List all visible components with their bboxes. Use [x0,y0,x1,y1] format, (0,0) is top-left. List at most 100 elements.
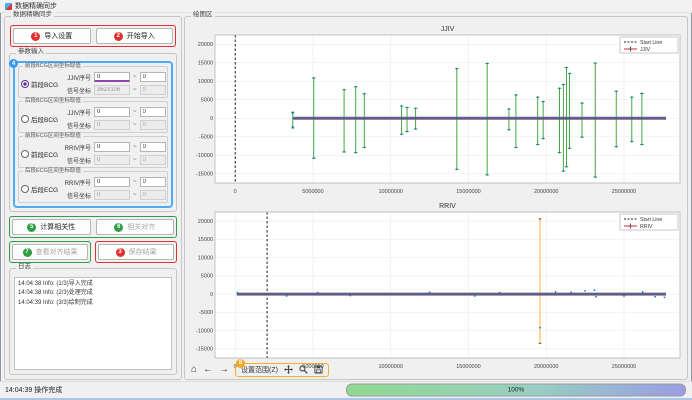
section-header: 后段BCG区间坐标取值 [23,99,83,105]
plot-toolbar: ⌂ ← → 8 设置范围(Z) [191,361,329,378]
save-result-button[interactable]: 3 保存结果 [98,244,174,260]
svg-text:10000: 10000 [198,79,213,85]
radio-icon [21,115,29,123]
params-group: 参数输入 4 前段BCG区间坐标取值 前段BCG JJIV序号 [9,53,177,212]
rriv-chart[interactable]: RRIV050000001000000015000000200000002500… [189,199,685,371]
correlation-align-button[interactable]: 6 相关对齐 [96,219,175,235]
svg-text:10000000: 10000000 [378,189,402,195]
jjiv-serial-end-input[interactable] [140,107,166,117]
start-import-button[interactable]: 2 开始导入 [96,28,174,44]
svg-text:15000000: 15000000 [456,364,480,370]
radio-label: 后段BCG [31,114,58,124]
plot-panel-group: 绘图区 JJIV05000000100000001500000020000000… [184,16,688,380]
svg-text:-5000: -5000 [199,310,213,316]
svg-text:JJIV: JJIV [441,26,455,33]
compute-correlation-button[interactable]: 5 计算相关性 [12,219,91,235]
annotation-box-import: 1 导入设置 2 开始导入 [10,25,176,47]
jjiv-serial-end-input[interactable] [140,72,166,82]
toolbar-label: 设置范围(Z) [241,365,278,375]
annotation-badge-6: 6 [114,223,123,232]
annotation-badge-5: 5 [27,223,36,232]
range-separator: ~ [133,192,137,198]
svg-text:20000000: 20000000 [534,364,558,370]
field-label: JJIV序号 [63,73,91,82]
pan-icon[interactable] [284,365,293,374]
jjiv-chart[interactable]: JJIV050000001000000015000000200000002500… [189,22,685,196]
svg-text:25000000: 25000000 [612,189,636,195]
window-title: 数据精确同步 [15,1,57,11]
jjiv-serial-start-input[interactable] [94,72,130,82]
field-label: JJIV序号 [63,108,91,117]
signal-coord-start-input [94,190,130,200]
radio-front-ecg[interactable]: 前段ECG [21,149,63,159]
svg-text:RRIV: RRIV [640,224,653,230]
radio-rear-ecg[interactable]: 后段ECG [21,184,63,194]
field-label: 信号坐标 [63,86,91,95]
svg-text:10000: 10000 [198,255,213,261]
svg-text:-15000: -15000 [196,347,213,353]
svg-text:-5000: -5000 [199,135,213,141]
svg-text:20000: 20000 [198,219,213,225]
svg-text:15000: 15000 [198,61,213,67]
range-separator: ~ [133,179,137,185]
button-label: 保存结果 [129,247,157,257]
button-label: 开始导入 [127,31,155,41]
svg-text:20000: 20000 [198,42,213,48]
rriv-serial-end-input[interactable] [140,177,166,187]
rriv-serial-start-input[interactable] [94,177,130,187]
view-align-result-button[interactable]: 7 查看对齐结果 [12,244,88,260]
svg-text:15000000: 15000000 [456,189,480,195]
jjiv-serial-start-input[interactable] [94,107,130,117]
svg-text:10000000: 10000000 [378,364,402,370]
svg-text:Start Line: Start Line [640,40,662,46]
zoom-icon[interactable] [299,365,308,374]
progress-value: 100% [508,387,525,394]
radio-rear-bcg[interactable]: 后段BCG [21,114,63,124]
signal-coord-start-input [94,120,130,130]
button-label: 相关对齐 [127,222,155,232]
annotation-badge-3: 3 [116,248,125,257]
home-icon[interactable]: ⌂ [191,365,197,375]
log-textarea[interactable]: 14:04:38 Info: (1/3)导入完成 14:04:38 Info: … [14,277,172,370]
field-label: 信号坐标 [63,191,91,200]
svg-text:0: 0 [210,116,213,122]
svg-text:JJIV: JJIV [640,47,651,53]
range-separator: ~ [133,144,137,150]
svg-text:-10000: -10000 [196,328,213,334]
forward-icon[interactable]: → [219,365,229,375]
svg-text:15000: 15000 [198,237,213,243]
rriv-serial-end-input[interactable] [140,142,166,152]
save-icon[interactable] [314,365,323,374]
status-message: 14:04:39 操作完成 [5,385,62,395]
field-label: RRIV序号 [63,143,91,152]
title-bar: 数据精确同步 [0,0,692,13]
annotation-badge-1: 1 [31,32,40,41]
range-separator: ~ [133,87,137,93]
range-separator: ~ [133,122,137,128]
param-section-front-bcg: 前段BCG区间坐标取值 前段BCG JJIV序号 ~ [18,66,168,98]
annotation-box-save: 3 保存结果 [95,241,177,263]
annotation-badge-4: 4 [9,59,18,68]
radio-label: 前段BCG [31,79,58,89]
rriv-serial-start-input[interactable] [94,142,130,152]
svg-text:5000: 5000 [201,274,213,280]
annotation-box-params: 4 前段BCG区间坐标取值 前段BCG JJIV序号 ~ [13,61,173,208]
range-separator: ~ [133,74,137,80]
annotation-badge-2: 2 [114,32,123,41]
radio-icon [21,80,29,88]
params-group-title: 参数输入 [16,49,46,56]
svg-text:0: 0 [234,189,237,195]
range-separator: ~ [133,157,137,163]
import-settings-button[interactable]: 1 导入设置 [13,28,91,44]
button-label: 计算相关性 [40,222,75,232]
param-section-front-ecg: 前段ECG区间坐标取值 前段ECG RRIV序号 ~ [18,136,168,168]
svg-text:5000000: 5000000 [302,189,323,195]
radio-front-bcg[interactable]: 前段BCG [21,79,63,89]
radio-label: 后段ECG [31,184,58,194]
log-group-title: 日志 [16,264,33,271]
range-separator: ~ [133,109,137,115]
annotation-box-correlation: 5 计算相关性 6 相关对齐 [9,216,177,238]
app-icon [5,3,12,10]
signal-coord-end-input [140,155,166,165]
back-icon[interactable]: ← [203,365,213,375]
